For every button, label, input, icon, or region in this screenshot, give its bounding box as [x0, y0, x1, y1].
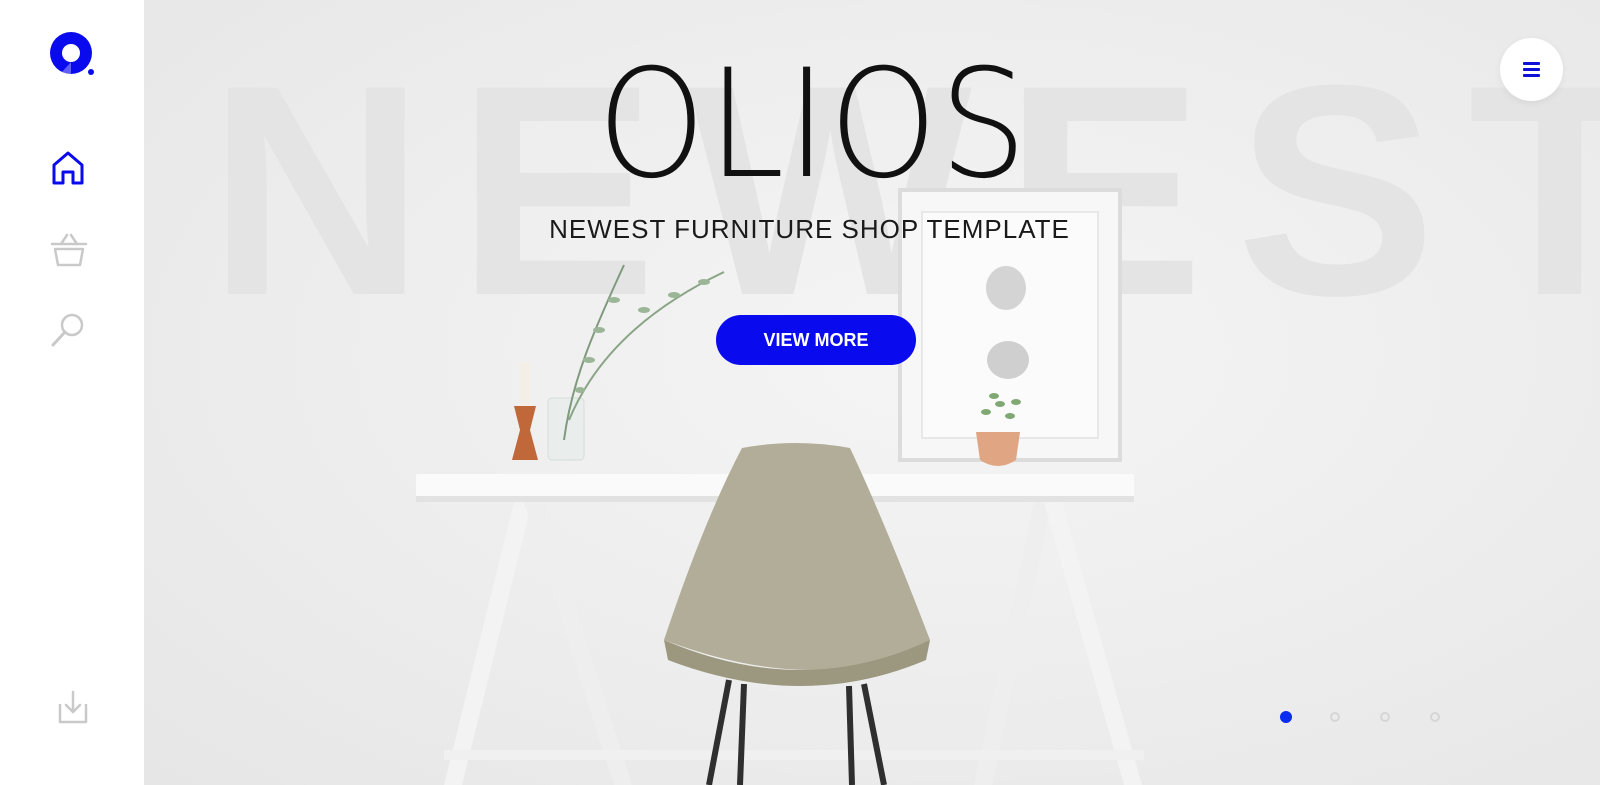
basket-icon[interactable] [50, 232, 88, 268]
hamburger-menu-icon-bar [1523, 68, 1540, 71]
home-icon[interactable] [51, 150, 85, 186]
slide-dot-1[interactable] [1280, 711, 1292, 723]
hero-section: NEWEST [144, 0, 1600, 785]
hamburger-menu-icon-bar [1523, 74, 1540, 77]
olios-logo-icon[interactable] [50, 32, 96, 78]
sidebar [0, 0, 144, 785]
slide-dot-4[interactable] [1430, 712, 1440, 722]
view-more-button[interactable]: VIEW MORE [716, 315, 916, 365]
hero-tagline: NEWEST FURNITURE SHOP TEMPLATE [549, 214, 1070, 244]
download-icon[interactable] [58, 690, 88, 724]
hamburger-menu-icon [1523, 62, 1540, 65]
brand-title: OLIOS [597, 38, 1029, 212]
slide-dot-2[interactable] [1330, 712, 1340, 722]
slide-dot-3[interactable] [1380, 712, 1390, 722]
menu-button[interactable] [1500, 38, 1563, 101]
search-icon[interactable] [50, 312, 86, 348]
